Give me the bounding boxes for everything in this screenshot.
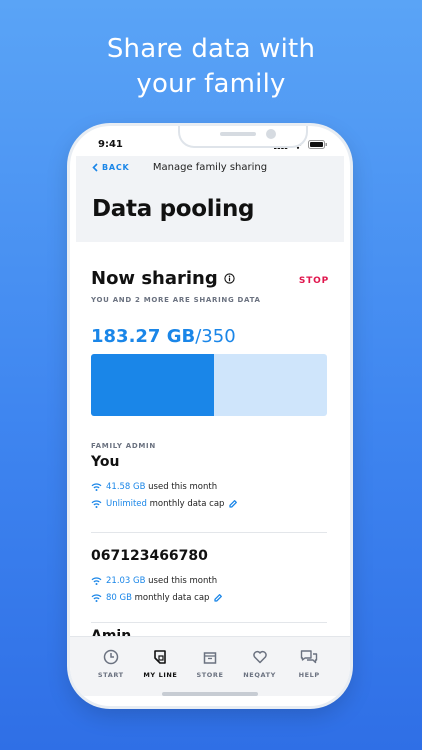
nav-title: Manage family sharing xyxy=(152,162,268,173)
headline-line-2: your family xyxy=(136,69,286,99)
status-time: 9:41 xyxy=(98,139,123,150)
header-area: BACK Manage family sharing Data pooling xyxy=(76,156,344,242)
cap-text: monthly data cap xyxy=(146,499,225,509)
usage-used: 183.27 GB xyxy=(91,326,196,347)
tab-label: NEQATY xyxy=(243,671,276,679)
wifi-data-icon xyxy=(91,500,102,508)
tab-label: HELP xyxy=(298,671,320,679)
member-name: 067123466780 xyxy=(91,548,208,564)
sharing-header: Now sharing xyxy=(91,268,235,289)
stop-button[interactable]: STOP xyxy=(299,276,329,286)
sharing-title: Now sharing xyxy=(91,268,218,289)
home-indicator xyxy=(162,692,258,696)
tab-bar: START MY LINE STORE NEQATY HELP xyxy=(70,636,350,696)
member-name: You xyxy=(91,454,120,470)
sim-card-icon xyxy=(154,650,167,664)
tab-my-line[interactable]: MY LINE xyxy=(138,649,182,696)
sharing-subtitle: YOU AND 2 MORE ARE SHARING DATA xyxy=(91,296,261,304)
tab-label: STORE xyxy=(196,671,224,679)
cap-stat-row: Unlimited monthly data cap xyxy=(91,499,327,509)
divider xyxy=(91,532,327,533)
phone-frame: 9:41 BACK Manage family sharing Data poo… xyxy=(70,126,350,706)
edit-pencil-icon[interactable] xyxy=(213,593,223,603)
clock-icon xyxy=(103,649,119,665)
usage-bar xyxy=(91,354,327,416)
tab-neqaty[interactable]: NEQATY xyxy=(238,649,282,696)
usage-value: 21.03 GB xyxy=(106,576,146,586)
member-card-2: 067123466780 21.03 GB used this month 80… xyxy=(91,548,327,610)
nav-bar: BACK Manage family sharing xyxy=(76,156,344,182)
chat-bubbles-icon xyxy=(300,650,318,664)
page-title: Data pooling xyxy=(92,196,255,222)
usage-text: used this month xyxy=(145,576,218,586)
usage-bar-fill xyxy=(91,354,214,416)
info-icon[interactable] xyxy=(224,273,235,284)
usage-value: 41.58 GB xyxy=(106,482,146,492)
usage-stat-row: 21.03 GB used this month xyxy=(91,576,327,586)
tab-help[interactable]: HELP xyxy=(287,649,331,696)
content-scroll[interactable]: Now sharing STOP YOU AND 2 MORE ARE SHAR… xyxy=(76,242,344,636)
tab-start[interactable]: START xyxy=(89,649,133,696)
tab-label: START xyxy=(97,671,124,679)
cap-value: Unlimited xyxy=(106,499,147,509)
wifi-data-icon xyxy=(91,483,102,491)
cap-value: 80 GB xyxy=(106,593,132,603)
battery-icon xyxy=(308,140,327,149)
usage-readout: 183.27 GB/350 xyxy=(91,326,236,347)
headline: Share data with your family xyxy=(0,32,422,102)
heart-icon xyxy=(252,650,267,664)
cap-text: monthly data cap xyxy=(131,593,210,603)
member-card-3: Amin xyxy=(91,628,327,636)
notch xyxy=(178,126,308,148)
wifi-data-icon xyxy=(91,577,102,585)
usage-text: used this month xyxy=(145,482,218,492)
divider xyxy=(91,622,327,623)
usage-stat-row: 41.58 GB used this month xyxy=(91,482,327,492)
camera xyxy=(266,129,276,139)
shopping-bag-icon xyxy=(203,652,217,664)
headline-line-1: Share data with xyxy=(106,34,316,64)
tab-store[interactable]: STORE xyxy=(188,649,232,696)
usage-total: /350 xyxy=(195,326,236,347)
member-name: Amin xyxy=(91,628,132,636)
speaker xyxy=(220,132,256,136)
member-card-admin: FAMILY ADMIN You 41.58 GB used this mont… xyxy=(91,442,327,516)
member-role: FAMILY ADMIN xyxy=(91,442,156,450)
cap-stat-row: 80 GB monthly data cap xyxy=(91,593,327,603)
tab-label: MY LINE xyxy=(143,671,178,679)
wifi-data-icon xyxy=(91,594,102,602)
edit-pencil-icon[interactable] xyxy=(228,499,238,509)
